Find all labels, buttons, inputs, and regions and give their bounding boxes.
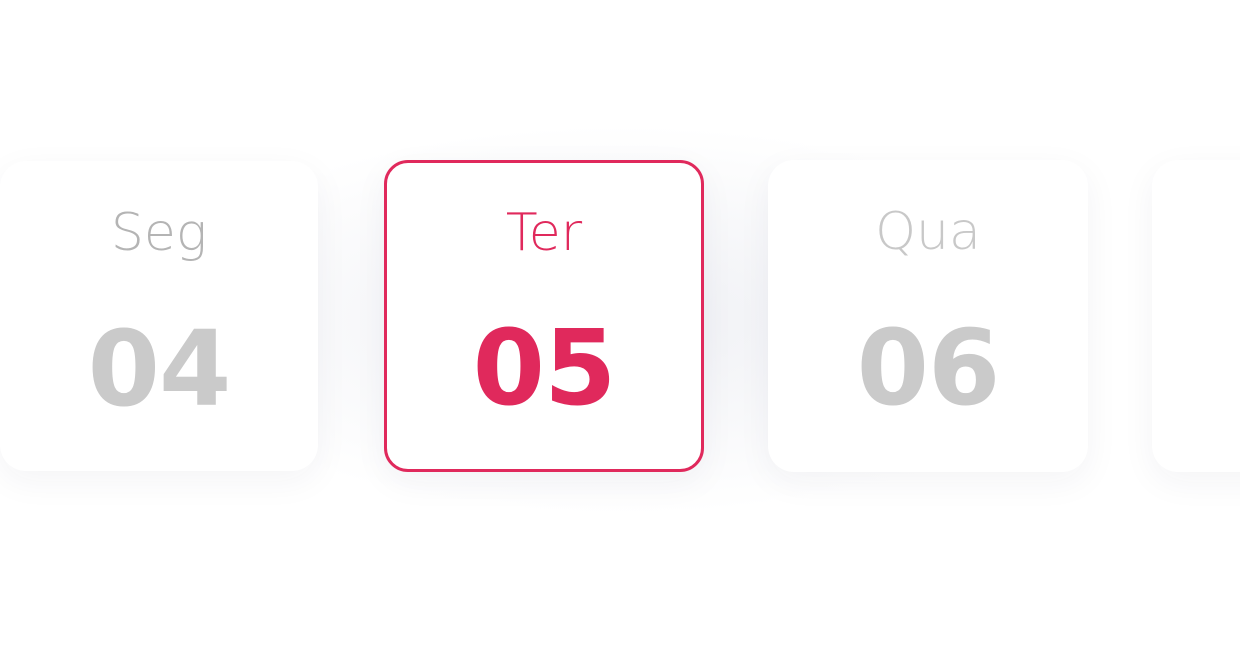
day-name-label: Seg bbox=[110, 203, 208, 263]
day-card-next-partial[interactable] bbox=[1152, 160, 1240, 472]
day-number-label: 05 bbox=[472, 307, 617, 429]
day-name-label: Qua bbox=[875, 202, 981, 262]
day-number-label: 06 bbox=[856, 307, 1001, 429]
day-picker: Seg 04 Ter 05 Qua 06 bbox=[0, 0, 1240, 664]
day-card-qua[interactable]: Qua 06 bbox=[768, 160, 1088, 472]
day-number-label: 04 bbox=[87, 308, 232, 430]
day-card-ter-selected[interactable]: Ter 05 bbox=[384, 160, 704, 472]
day-card-seg[interactable]: Seg 04 bbox=[0, 161, 318, 471]
day-name-label: Ter bbox=[505, 203, 583, 263]
